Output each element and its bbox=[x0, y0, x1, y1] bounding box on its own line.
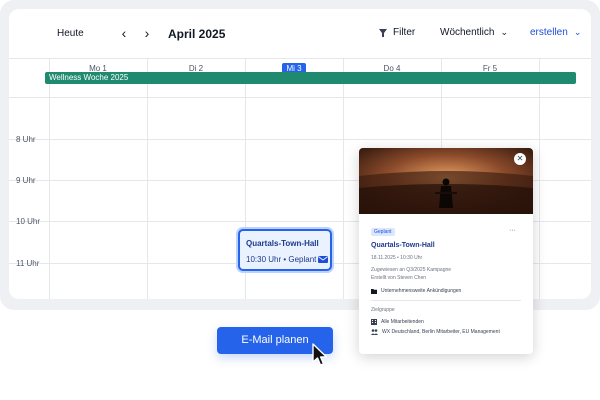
divider bbox=[371, 300, 521, 301]
popup-assigned: Zugewiesen an Q3/2025 Kampagne bbox=[371, 267, 452, 273]
hour-label: 11 Uhr bbox=[16, 259, 40, 268]
users-icon bbox=[371, 329, 378, 335]
status-badge: Geplant bbox=[371, 228, 395, 236]
view-select[interactable]: Wöchentlich ⌄ bbox=[440, 27, 508, 38]
grid-line bbox=[539, 59, 540, 299]
chevron-right-icon[interactable]: › bbox=[140, 24, 154, 42]
hour-label: 10 Uhr bbox=[16, 217, 41, 226]
popup-created-by: Erstellt von Steven Chen bbox=[371, 275, 427, 281]
event-title: Quartals-Town-Hall bbox=[246, 239, 319, 248]
grid-line bbox=[9, 97, 591, 98]
calendar-event[interactable]: Quartals-Town-Hall 10:30 Uhr • Geplant bbox=[238, 229, 332, 271]
audience-groups: WX Deutschland, Berlin Mitarbeiter, EU M… bbox=[371, 329, 500, 335]
audience-all: Alle Mitarbeitenden bbox=[371, 319, 424, 325]
create-label: erstellen bbox=[530, 27, 568, 38]
audience-all-label: Alle Mitarbeitenden bbox=[381, 319, 424, 325]
hour-label: 9 Uhr bbox=[16, 176, 36, 185]
building-icon bbox=[371, 319, 377, 325]
filter-icon bbox=[379, 28, 387, 37]
cursor-icon bbox=[312, 343, 328, 366]
more-options-icon[interactable]: ··· bbox=[509, 227, 516, 234]
close-icon[interactable]: ✕ bbox=[514, 153, 526, 165]
popup-folder: Unternehmensweite Ankündigungen bbox=[371, 288, 461, 294]
event-image bbox=[359, 148, 533, 214]
calendar-toolbar: Heute ‹ › April 2025 Filter Wöchentlich … bbox=[9, 9, 591, 59]
chevron-down-icon: ⌄ bbox=[573, 27, 582, 37]
target-group-heading: Zielgruppe bbox=[371, 307, 395, 313]
today-button[interactable]: Heute bbox=[57, 28, 84, 39]
view-label: Wöchentlich bbox=[440, 27, 495, 38]
create-button[interactable]: erstellen ⌄ bbox=[530, 27, 581, 38]
popup-datetime: 18.11.2025 • 10:30 Uhr bbox=[371, 255, 423, 261]
filter-label: Filter bbox=[393, 27, 416, 38]
all-day-event-banner[interactable]: Wellness Woche 2025 bbox=[45, 72, 576, 84]
chevron-down-icon: ⌄ bbox=[500, 27, 509, 37]
grid-line bbox=[343, 59, 344, 299]
month-title: April 2025 bbox=[168, 27, 226, 41]
audience-groups-label: WX Deutschland, Berlin Mitarbeiter, EU M… bbox=[382, 329, 500, 335]
grid-line bbox=[9, 139, 591, 140]
hour-label: 8 Uhr bbox=[16, 135, 36, 144]
folder-label: Unternehmensweite Ankündigungen bbox=[381, 288, 462, 294]
event-time-status: 10:30 Uhr • Geplant bbox=[246, 255, 317, 264]
filter-button[interactable]: Filter bbox=[379, 27, 415, 38]
grid-line bbox=[147, 59, 148, 299]
event-detail-popup: ✕ Geplant ··· Quartals-Town-Hall 18.11.2… bbox=[359, 148, 533, 354]
folder-icon bbox=[371, 288, 377, 294]
mail-icon bbox=[318, 256, 328, 263]
popup-title: Quartals-Town-Hall bbox=[371, 242, 435, 249]
grid-line bbox=[49, 59, 50, 299]
chevron-left-icon[interactable]: ‹ bbox=[117, 24, 131, 42]
